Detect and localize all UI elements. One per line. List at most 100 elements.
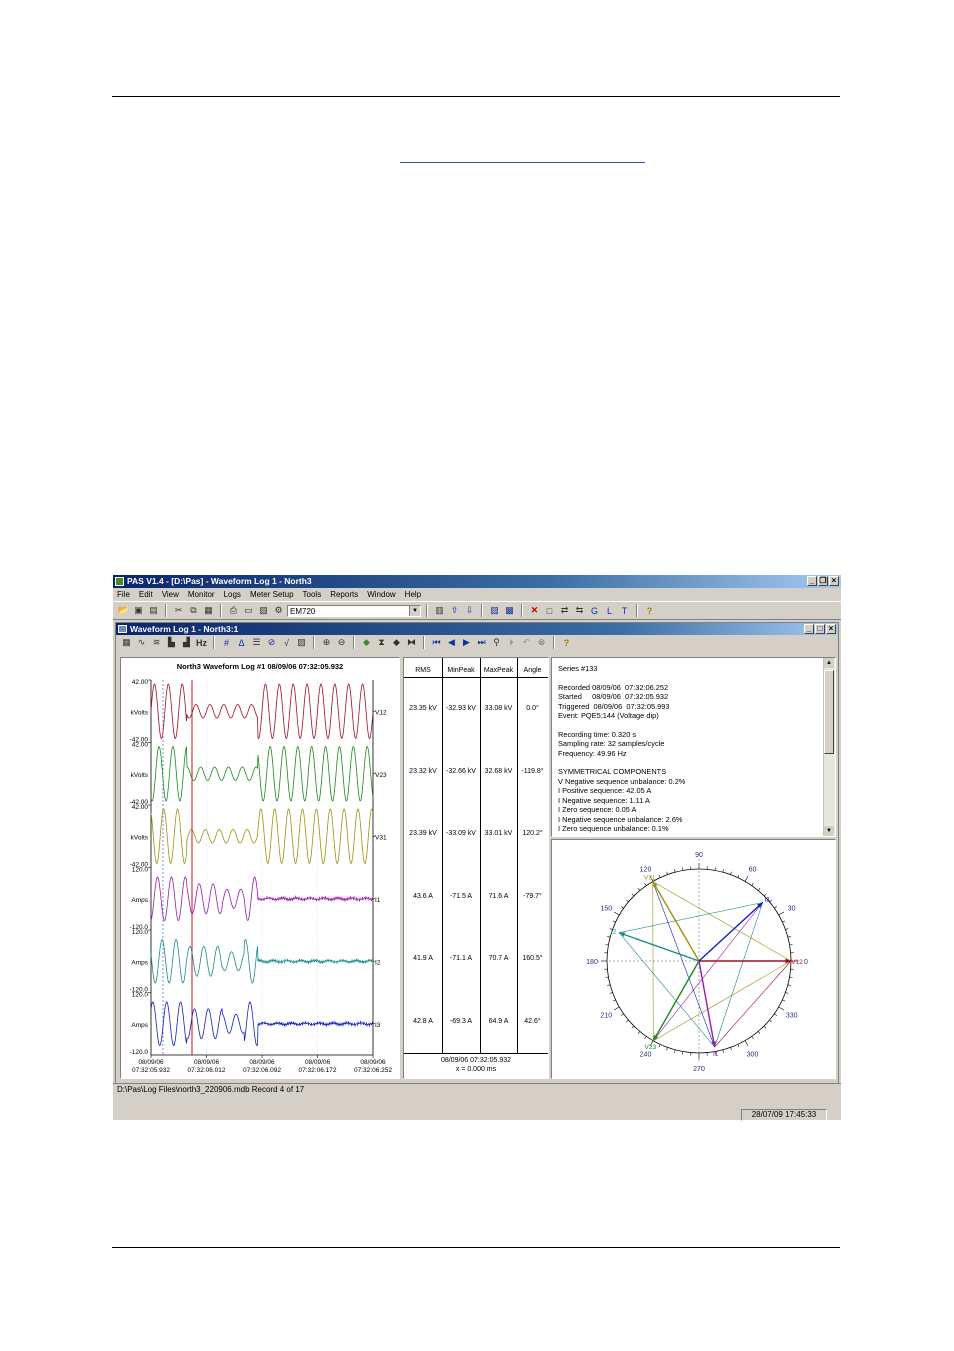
menu-tools[interactable]: Tools [303, 588, 322, 601]
measurement-cell: 42.8 A [413, 1017, 433, 1025]
phasor-icon[interactable]: ⊘ [265, 636, 278, 649]
measurement-cell: 120.2° [522, 830, 543, 837]
properties-icon[interactable]: ▧ [257, 604, 270, 617]
phasor-i2: I2 [611, 929, 700, 962]
vertical-shrink-icon[interactable]: ⧗ [375, 636, 388, 649]
import-icon[interactable]: ⇆ [573, 604, 586, 617]
save-icon[interactable]: ▣ [132, 604, 145, 617]
print-preview-icon[interactable]: ▭ [242, 604, 255, 617]
angle-label: 180 [586, 959, 598, 966]
upload-icon[interactable]: ⇪ [448, 604, 461, 617]
trend-icon[interactable]: ▩ [503, 604, 516, 617]
menu-file[interactable]: File [117, 588, 130, 601]
undo-icon[interactable]: ↶ [520, 636, 533, 649]
child-close-button[interactable]: × [826, 624, 836, 634]
calendar-icon[interactable]: ▥ [433, 604, 446, 617]
delete-icon[interactable]: ✕ [528, 604, 541, 617]
waveform-view-icon[interactable]: ∿ [135, 636, 148, 649]
grid-icon[interactable]: # [220, 636, 233, 649]
scroll-down-icon[interactable]: ▼ [824, 826, 834, 836]
spectrum-view-icon[interactable]: ▙ [165, 636, 178, 649]
phasor-v23: V23 [645, 960, 700, 1051]
close-button[interactable]: × [829, 576, 839, 586]
column-divider [442, 658, 443, 1053]
cut-icon[interactable]: ✂ [172, 604, 185, 617]
copy-icon[interactable]: ⧉ [187, 604, 200, 617]
phasor-diagram[interactable]: 0 30 60 90 120 150 180 210 240 270 300 330 V12 V23 V31… [552, 840, 835, 1078]
time-label-date: 08/09/06 [194, 1059, 220, 1066]
column-divider [517, 658, 518, 1053]
menu-view[interactable]: View [162, 588, 179, 601]
horizontal-zoom-icon[interactable]: ◆ [390, 636, 403, 649]
cursor-time: 08/09/06 07:32:05.932 [440, 1057, 512, 1064]
measurement-cell: -32.93 kV [446, 705, 476, 712]
tools-icon[interactable]: ⚙ [272, 604, 285, 617]
save-all-icon[interactable]: ▤ [147, 604, 160, 617]
restore-button[interactable]: ❐ [818, 576, 828, 586]
download-icon[interactable]: ⇩ [463, 604, 476, 617]
play-icon[interactable]: ⏵ [505, 636, 518, 649]
options-icon[interactable]: ▧ [295, 636, 308, 649]
time-label-time: 07:32:05.932 [132, 1067, 170, 1074]
zoom-out-icon[interactable]: ⊖ [335, 636, 348, 649]
paste-icon[interactable]: ▦ [202, 604, 215, 617]
zoom-in-icon[interactable]: ⊕ [320, 636, 333, 649]
channel-max-label: 120.0 [132, 929, 149, 936]
scroll-thumb[interactable] [824, 670, 834, 754]
menu-reports[interactable]: Reports [330, 588, 358, 601]
frequency-icon[interactable]: Hz [195, 636, 208, 649]
info-line: SYMMETRICAL COMPONENTS [558, 767, 667, 777]
harmonics-icon[interactable]: ▟ [180, 636, 193, 649]
device-select[interactable]: EM720 ▼ [287, 604, 421, 617]
channel-name-label: I2 [375, 959, 381, 966]
phasor-pane[interactable]: 0 30 60 90 120 150 180 210 240 270 300 330 V12 V23 V31… [551, 839, 836, 1079]
delta-icon[interactable]: Δ [235, 636, 248, 649]
stop-icon[interactable]: ⊗ [535, 636, 548, 649]
waveform-window-icon [118, 625, 127, 633]
gen-report-icon[interactable]: G [588, 604, 601, 617]
channels-icon[interactable]: ☰ [250, 636, 263, 649]
angle-label: 0 [804, 959, 808, 966]
horizontal-shrink-icon[interactable]: ⧓ [405, 636, 418, 649]
channel-i3: 120.0 -120.0 Amps I3 [130, 992, 381, 1057]
table-view-icon[interactable]: ▦ [120, 636, 133, 649]
measurement-cell: 23.39 kV [409, 830, 437, 837]
previous-record-icon[interactable]: ◀ [445, 636, 458, 649]
hyperlink-underline[interactable] [400, 162, 645, 163]
first-record-icon[interactable]: ⏮ [430, 636, 443, 649]
child-maximize-button[interactable]: □ [815, 624, 825, 634]
find-icon[interactable]: ⚲ [490, 636, 503, 649]
device-select-value: EM720 [290, 606, 316, 616]
measurement-cell: -33.09 kV [446, 830, 476, 837]
print-icon[interactable]: ⎙ [227, 604, 240, 617]
export-icon[interactable]: ⇄ [558, 604, 571, 617]
minimize-button[interactable]: _ [807, 576, 817, 586]
measurement-header: RMS [415, 667, 431, 674]
next-record-icon[interactable]: ▶ [460, 636, 473, 649]
log-report-icon[interactable]: L [603, 604, 616, 617]
help-icon[interactable]: ? [643, 604, 656, 617]
help-icon[interactable]: ? [560, 636, 573, 649]
info-scrollbar[interactable]: ▲ ▼ [823, 658, 835, 836]
menu-meter-setup[interactable]: Meter Setup [250, 588, 294, 601]
overlay-view-icon[interactable]: ≋ [150, 636, 163, 649]
measurements-pane: RMS MinPeak MaxPeak Angle 23.35 kV -32.93 kV 3… [403, 657, 549, 1079]
info-line [558, 758, 685, 767]
menu-help[interactable]: Help [405, 588, 421, 601]
menu-monitor[interactable]: Monitor [188, 588, 215, 601]
last-record-icon[interactable]: ⏭ [475, 636, 488, 649]
monitor-icon[interactable]: ▨ [488, 604, 501, 617]
chevron-down-icon[interactable]: ▼ [409, 605, 420, 616]
waveform-chart[interactable]: North3 Waveform Log #1 08/09/06 07:32:05… [121, 658, 399, 1078]
menu-window[interactable]: Window [367, 588, 395, 601]
menu-logs[interactable]: Logs [224, 588, 241, 601]
rms-icon[interactable]: √ [280, 636, 293, 649]
menu-edit[interactable]: Edit [139, 588, 153, 601]
tou-report-icon[interactable]: T [618, 604, 631, 617]
waveform-pane[interactable]: North3 Waveform Log #1 08/09/06 07:32:05… [120, 657, 400, 1079]
child-minimize-button[interactable]: _ [804, 624, 814, 634]
open-icon[interactable]: 📂 [117, 604, 130, 617]
clear-icon[interactable]: □ [543, 604, 556, 617]
scroll-up-icon[interactable]: ▲ [824, 658, 834, 668]
vertical-zoom-icon[interactable]: ◆ [360, 636, 373, 649]
